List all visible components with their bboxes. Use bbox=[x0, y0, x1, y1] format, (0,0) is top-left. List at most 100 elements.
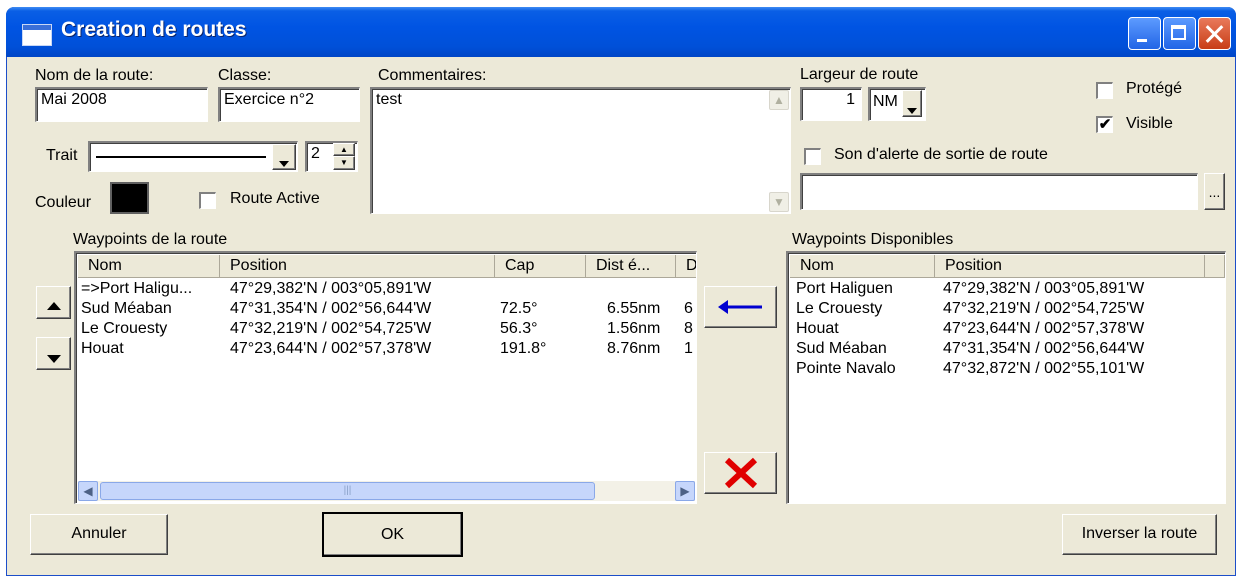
column-header-d[interactable]: D bbox=[676, 255, 696, 278]
cell-position: 47°23,644'N / 002°57,378'W bbox=[230, 340, 432, 357]
reverse-route-button[interactable]: Inverser la route bbox=[1062, 514, 1217, 555]
visible-checkbox[interactable]: ✔ bbox=[1096, 116, 1113, 133]
route-name-input[interactable]: Mai 2008 bbox=[35, 87, 208, 122]
route-active-label: Route Active bbox=[230, 190, 320, 207]
trait-label: Trait bbox=[46, 147, 78, 164]
spin-up-icon[interactable]: ▲ bbox=[333, 143, 355, 156]
cancel-button[interactable]: Annuler bbox=[30, 514, 168, 555]
triangle-down-icon bbox=[46, 355, 61, 363]
minimize-button[interactable] bbox=[1128, 17, 1161, 50]
commentaires-textarea[interactable]: test ▲ ▼ bbox=[370, 87, 791, 214]
route-active-checkbox[interactable] bbox=[199, 192, 216, 209]
column-header-empty bbox=[1205, 255, 1225, 278]
cell-nom: Houat bbox=[796, 320, 839, 337]
table-row[interactable]: =>Port Haligu... 47°29,382'N / 003°05,89… bbox=[76, 280, 696, 300]
available-waypoints-label: Waypoints Disponibles bbox=[792, 231, 954, 248]
cell-d: 8 bbox=[684, 320, 693, 337]
largeur-unit-select[interactable]: NM bbox=[868, 87, 926, 121]
chevron-down-icon[interactable] bbox=[272, 144, 296, 170]
cell-dist: 1.56nm bbox=[607, 320, 661, 337]
cell-nom: Pointe Navalo bbox=[796, 360, 896, 377]
largeur-input[interactable]: 1 bbox=[800, 87, 862, 121]
move-up-button[interactable] bbox=[36, 286, 71, 319]
scroll-left-icon[interactable]: ◀ bbox=[78, 481, 98, 501]
protege-checkbox[interactable] bbox=[1096, 82, 1113, 99]
maximize-button[interactable] bbox=[1163, 17, 1196, 50]
trait-width-stepper[interactable]: 2 ▲ ▼ bbox=[305, 141, 358, 172]
cell-nom: =>Port Haligu... bbox=[81, 280, 193, 297]
table-row[interactable]: Le Crouesty 47°32,219'N / 002°54,725'W 5… bbox=[76, 320, 696, 340]
largeur-unit-value: NM bbox=[873, 93, 898, 110]
column-header-position[interactable]: Position bbox=[220, 255, 495, 278]
cell-position: 47°31,354'N / 002°56,644'W bbox=[943, 340, 1145, 357]
scroll-down-icon[interactable]: ▼ bbox=[769, 192, 789, 212]
scroll-right-icon[interactable]: ▶ bbox=[675, 481, 695, 501]
trait-width-value: 2 bbox=[311, 145, 320, 162]
chevron-down-icon[interactable] bbox=[902, 90, 922, 117]
window-title: Creation de routes bbox=[61, 18, 247, 41]
add-waypoint-button[interactable] bbox=[704, 286, 777, 328]
column-header-cap[interactable]: Cap bbox=[495, 255, 586, 278]
line-style-preview bbox=[96, 156, 266, 158]
available-waypoints-list[interactable]: Nom Position Port Haliguen 47°29,382'N /… bbox=[786, 251, 1226, 504]
cell-dist: 8.76nm bbox=[607, 340, 661, 357]
list-item[interactable]: Port Haliguen 47°29,382'N / 003°05,891'W bbox=[788, 280, 1224, 300]
close-button[interactable] bbox=[1198, 17, 1231, 50]
cell-cap: 191.8° bbox=[500, 340, 547, 357]
horizontal-scrollbar[interactable]: ◀ ||| ▶ bbox=[78, 481, 695, 501]
cell-nom: Le Crouesty bbox=[81, 320, 168, 337]
browse-button[interactable]: ... bbox=[1204, 173, 1225, 210]
cell-position: 47°31,354'N / 002°56,644'W bbox=[230, 300, 432, 317]
move-down-button[interactable] bbox=[36, 337, 71, 370]
cell-nom: Houat bbox=[81, 340, 124, 357]
table-row[interactable]: Sud Méaban 47°31,354'N / 002°56,644'W 72… bbox=[76, 300, 696, 320]
route-waypoints-label: Waypoints de la route bbox=[73, 231, 228, 248]
window-icon bbox=[22, 24, 52, 46]
color-swatch[interactable] bbox=[110, 182, 149, 214]
cell-dist: 6.55nm bbox=[607, 300, 661, 317]
ok-button[interactable]: OK bbox=[322, 512, 463, 557]
spin-down-icon[interactable]: ▼ bbox=[333, 156, 355, 170]
trait-style-select[interactable] bbox=[88, 141, 298, 172]
arrow-left-icon bbox=[717, 300, 762, 314]
column-header-dist[interactable]: Dist é... bbox=[586, 255, 676, 278]
cell-position: 47°29,382'N / 003°05,891'W bbox=[230, 280, 432, 297]
commentaires-label: Commentaires: bbox=[378, 67, 487, 84]
list-item[interactable]: Le Crouesty 47°32,219'N / 002°54,725'W bbox=[788, 300, 1224, 320]
triangle-up-icon bbox=[46, 302, 61, 310]
scrollbar-thumb[interactable]: ||| bbox=[100, 482, 595, 500]
list-item[interactable]: Sud Méaban 47°31,354'N / 002°56,644'W bbox=[788, 340, 1224, 360]
protege-label: Protégé bbox=[1126, 80, 1183, 97]
cell-cap: 56.3° bbox=[500, 320, 538, 337]
son-alerte-file-input[interactable] bbox=[800, 173, 1198, 210]
route-waypoints-list[interactable]: Nom Position Cap Dist é... D =>Port Hali… bbox=[74, 251, 697, 504]
remove-waypoint-button[interactable] bbox=[704, 452, 777, 494]
route-creation-dialog: Creation de routes Nom de la route: Mai … bbox=[6, 7, 1236, 576]
list-item[interactable]: Houat 47°23,644'N / 002°57,378'W bbox=[788, 320, 1224, 340]
classe-input[interactable]: Exercice n°2 bbox=[218, 87, 360, 122]
cell-position: 47°32,219'N / 002°54,725'W bbox=[943, 300, 1145, 317]
column-header-position[interactable]: Position bbox=[935, 255, 1205, 278]
cell-position: 47°29,382'N / 003°05,891'W bbox=[943, 280, 1145, 297]
son-alerte-checkbox[interactable] bbox=[804, 148, 821, 165]
couleur-label: Couleur bbox=[35, 194, 92, 211]
column-header-nom[interactable]: Nom bbox=[78, 255, 220, 278]
scroll-up-icon[interactable]: ▲ bbox=[769, 90, 789, 110]
cell-nom: Port Haliguen bbox=[796, 280, 893, 297]
cell-d: 6 bbox=[684, 300, 693, 317]
title-bar[interactable]: Creation de routes bbox=[6, 7, 1236, 57]
cell-position: 47°23,644'N / 002°57,378'W bbox=[943, 320, 1145, 337]
cell-position: 47°32,219'N / 002°54,725'W bbox=[230, 320, 432, 337]
cell-nom: Sud Méaban bbox=[81, 300, 172, 317]
classe-label: Classe: bbox=[218, 67, 272, 84]
cell-nom: Le Crouesty bbox=[796, 300, 883, 317]
route-name-label: Nom de la route: bbox=[35, 67, 154, 84]
largeur-label: Largeur de route bbox=[800, 66, 919, 83]
list-item[interactable]: Pointe Navalo 47°32,872'N / 002°55,101'W bbox=[788, 360, 1224, 380]
cell-position: 47°32,872'N / 002°55,101'W bbox=[943, 360, 1145, 377]
table-row[interactable]: Houat 47°23,644'N / 002°57,378'W 191.8° … bbox=[76, 340, 696, 360]
delete-x-icon bbox=[724, 457, 757, 489]
son-alerte-label: Son d'alerte de sortie de route bbox=[834, 146, 1048, 163]
column-header-nom[interactable]: Nom bbox=[790, 255, 935, 278]
cell-d: 1 bbox=[684, 340, 693, 357]
